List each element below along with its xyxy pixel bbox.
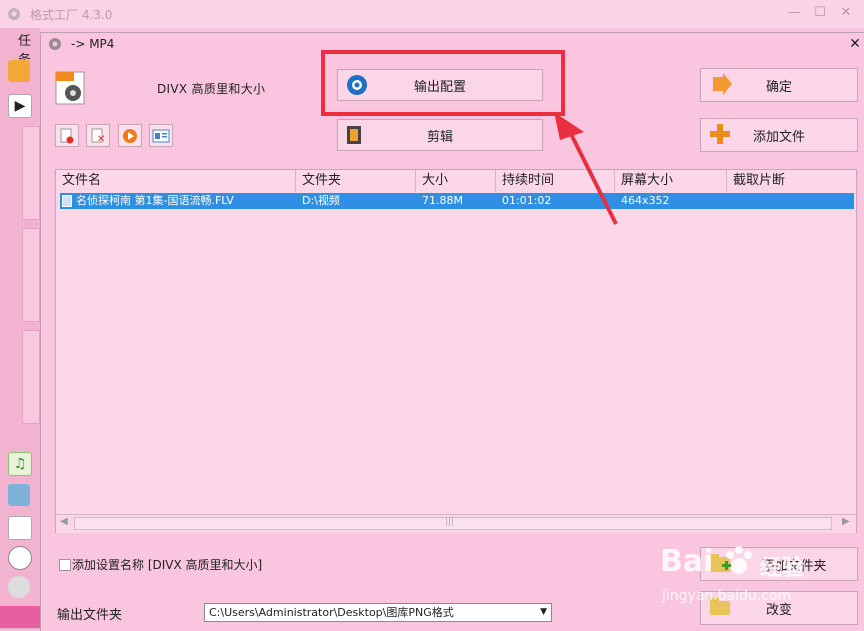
scroll-left-icon[interactable]: ◀ xyxy=(60,516,68,527)
column-header-screen-size[interactable]: 屏幕大小 xyxy=(615,170,727,192)
disc-category-icon[interactable] xyxy=(8,546,32,570)
main-left-rail: 任务 ▶ ♫ xyxy=(0,28,40,630)
folder-icon[interactable] xyxy=(8,60,30,82)
scroll-grip: ||| xyxy=(445,517,455,527)
add-file-label: 添加文件 xyxy=(752,129,805,145)
annotation-highlight-box xyxy=(321,50,565,116)
utilities-category-icon[interactable] xyxy=(8,576,30,598)
column-header-filename[interactable]: 文件名 xyxy=(56,170,296,192)
mp4-format-icon xyxy=(55,71,85,105)
ok-button[interactable]: 确定 xyxy=(700,68,858,102)
column-header-size[interactable]: 大小 xyxy=(416,170,496,192)
clear-list-icon: ✕ xyxy=(91,128,105,144)
rail-strip-1 xyxy=(22,126,40,220)
play-button[interactable] xyxy=(118,124,142,147)
cell-folder: D:\视频 xyxy=(302,194,340,207)
watermark-url: jingyan.baidu.com xyxy=(662,588,792,604)
clear-list-button[interactable]: ✕ xyxy=(86,124,110,147)
ok-label: 确定 xyxy=(765,79,792,95)
close-app-button[interactable]: ✕ xyxy=(838,5,854,21)
video-category-icon[interactable]: ▶ xyxy=(8,94,32,118)
add-file-button[interactable]: 添加文件 xyxy=(700,118,858,152)
column-header-clip[interactable]: 截取片断 xyxy=(727,170,856,192)
video-file-icon xyxy=(62,195,72,207)
remove-item-icon xyxy=(60,128,74,143)
app-title-bar: 格式工厂 4.3.0 — ☐ ✕ xyxy=(0,0,864,28)
add-setting-label: 添加设置名称 [DIVX 高质里和大小] xyxy=(72,558,263,572)
edit-label: 剪辑 xyxy=(426,129,453,145)
scroll-thumb[interactable]: ||| xyxy=(74,517,832,530)
file-list-header: 文件名 文件夹 大小 持续时间 屏幕大小 截取片断 xyxy=(56,170,856,192)
add-setting-checkbox[interactable] xyxy=(59,559,71,571)
column-header-folder[interactable]: 文件夹 xyxy=(296,170,416,192)
rail-strip-2 xyxy=(22,228,40,322)
image-category-icon[interactable] xyxy=(8,484,30,506)
annotation-arrow-icon xyxy=(554,112,618,225)
audio-category-icon[interactable]: ♫ xyxy=(8,452,32,476)
dialog-title: -> MP4 xyxy=(71,37,115,51)
watermark-brand: Bai xyxy=(660,544,714,579)
scroll-right-icon[interactable]: ▶ xyxy=(842,516,850,527)
media-info-button[interactable] xyxy=(149,124,173,147)
table-row[interactable]: 名侦探柯南 第1集-国语流畅.FLV D:\视频 71.88M 01:01:02… xyxy=(60,193,854,209)
document-category-icon[interactable] xyxy=(8,516,32,540)
cell-size: 71.88M xyxy=(422,194,463,207)
remove-item-button[interactable] xyxy=(55,124,79,147)
dialog-close-button[interactable]: ✕ xyxy=(847,36,863,52)
media-info-icon xyxy=(152,129,170,142)
dialog-logo-icon xyxy=(49,38,61,50)
file-list[interactable]: 文件名 文件夹 大小 持续时间 屏幕大小 截取片断 名侦探柯南 第1集-国语流畅… xyxy=(55,169,857,533)
output-folder-select[interactable]: C:\Users\Administrator\Desktop\图库PNG格式 ▼ xyxy=(204,603,552,622)
svg-text:✕: ✕ xyxy=(97,134,105,144)
watermark-brand2: 经验 xyxy=(760,556,805,581)
app-logo-icon xyxy=(8,8,20,20)
horizontal-scrollbar[interactable]: ◀ ||| ▶ xyxy=(56,514,856,533)
minimize-button[interactable]: — xyxy=(786,5,802,21)
output-folder-value: C:\Users\Administrator\Desktop\图库PNG格式 xyxy=(209,606,454,619)
cell-filename: 名侦探柯南 第1集-国语流畅.FLV xyxy=(76,194,234,207)
output-folder-label: 输出文件夹 xyxy=(57,608,123,623)
play-icon xyxy=(123,128,137,143)
rail-strip-3 xyxy=(22,330,40,424)
maximize-button[interactable]: ☐ xyxy=(812,5,828,21)
paw-icon xyxy=(726,546,752,574)
chevron-down-icon[interactable]: ▼ xyxy=(540,604,547,621)
app-title: 格式工厂 4.3.0 xyxy=(30,8,113,22)
baidu-watermark: Bai 经验 jingyan.baidu.com xyxy=(660,536,860,626)
profile-label: DIVX 高质里和大小 xyxy=(157,82,266,96)
rail-bottom-tab[interactable] xyxy=(0,606,40,628)
edit-button[interactable]: 剪辑 xyxy=(337,119,543,151)
